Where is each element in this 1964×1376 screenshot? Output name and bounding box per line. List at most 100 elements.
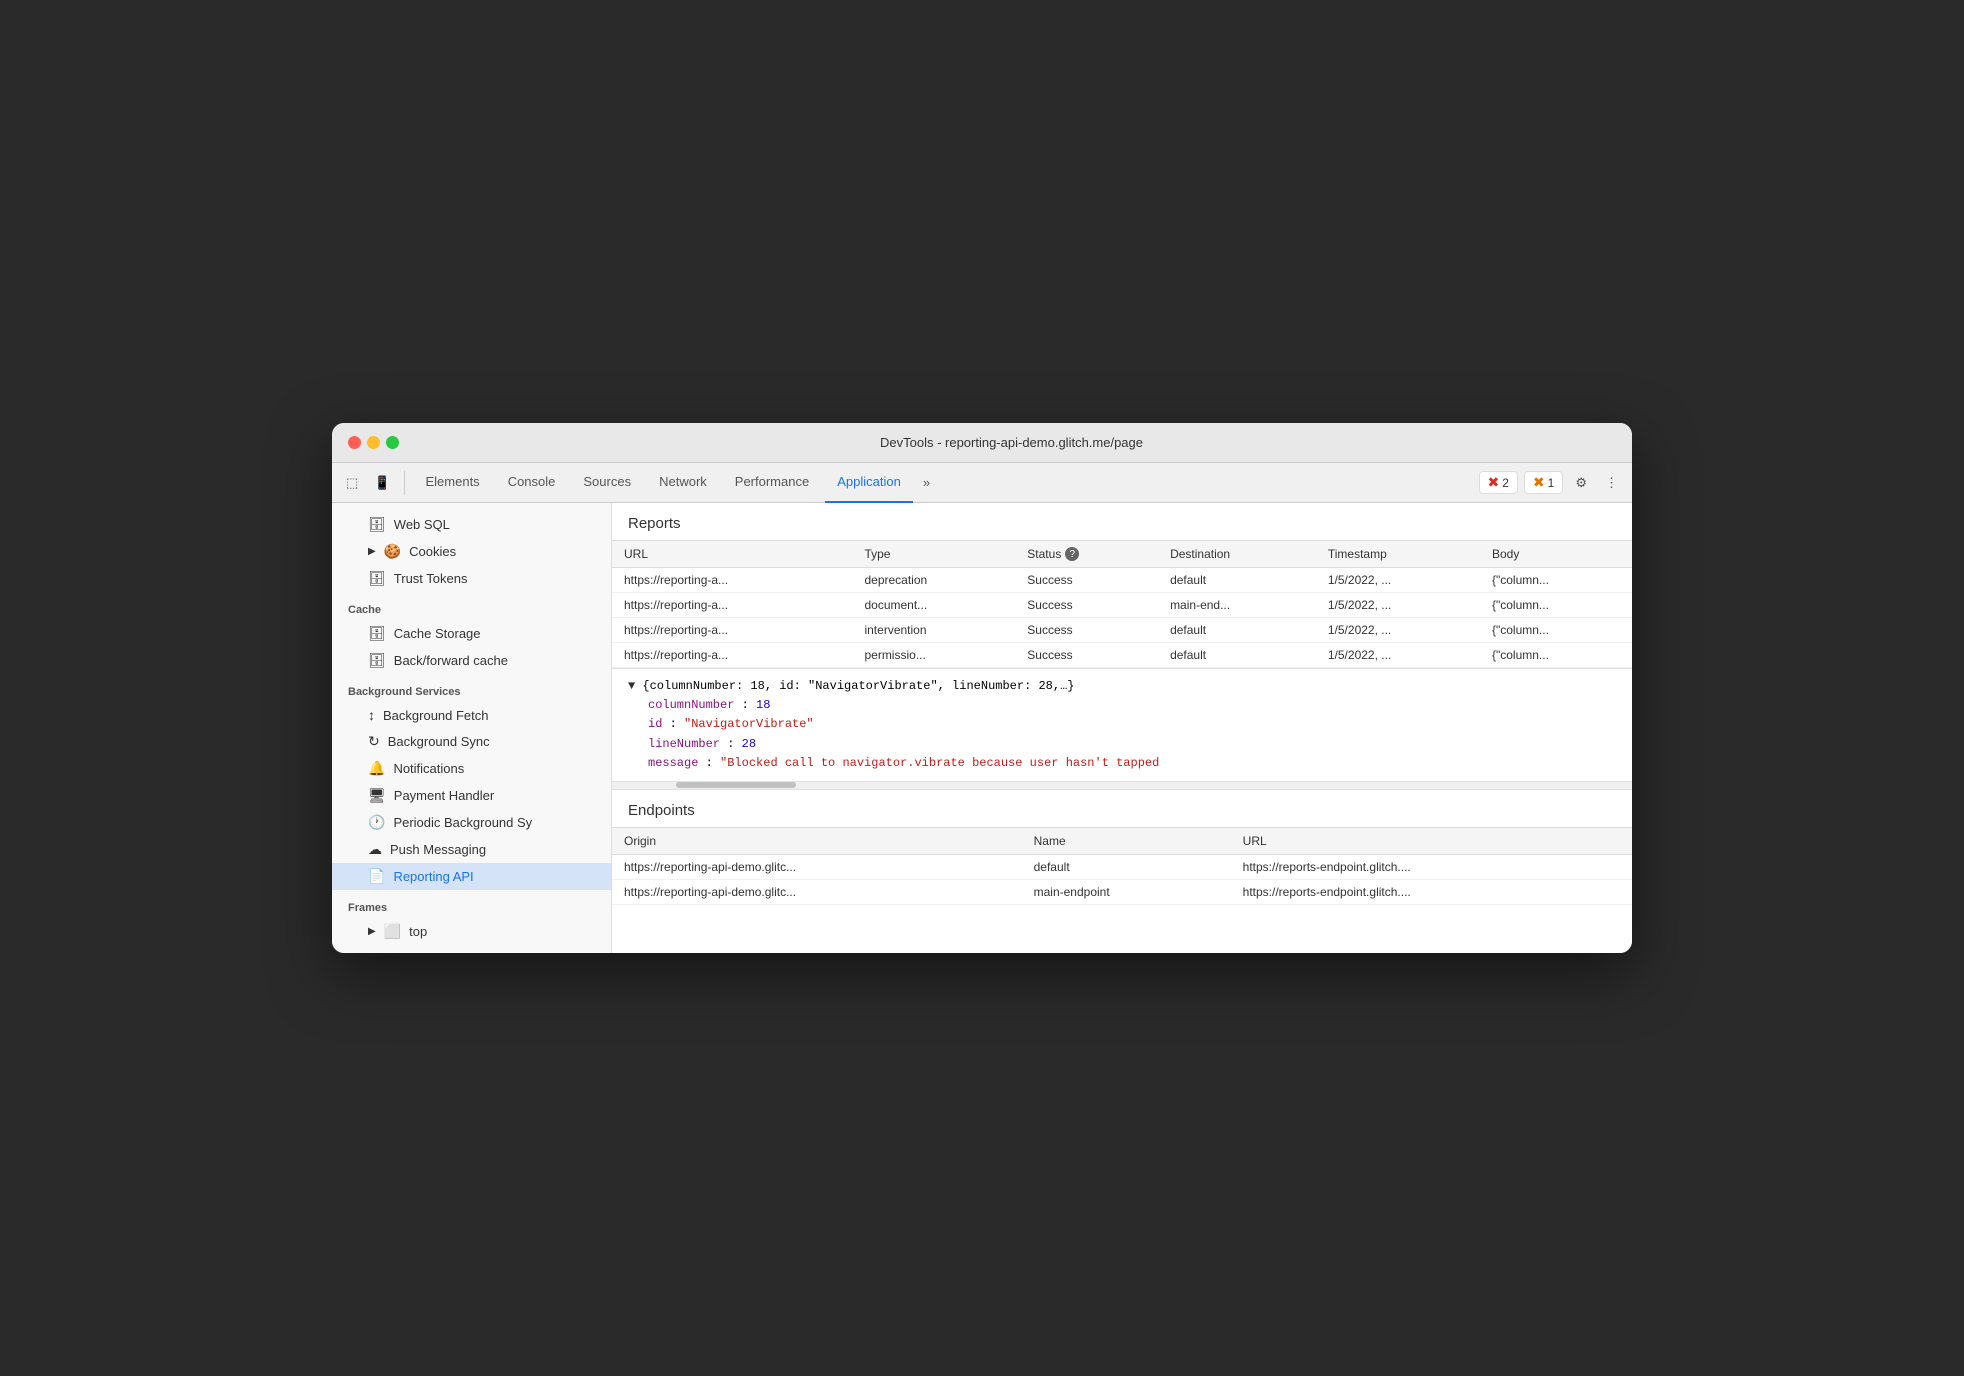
- warning-count: 1: [1548, 476, 1555, 490]
- payment-handler-icon: 🖥: [368, 787, 386, 804]
- trust-tokens-icon: 🗄: [368, 570, 386, 587]
- cache-section-label: Cache: [332, 592, 611, 620]
- table-row[interactable]: https://reporting-a... permissio... Succ…: [612, 643, 1632, 668]
- toolbar: ⬚ 📱 Elements Console Sources Network Per…: [332, 463, 1632, 503]
- detail-expand-line[interactable]: ▼ {columnNumber: 18, id: "NavigatorVibra…: [628, 677, 1616, 696]
- websql-icon: 🗄: [368, 516, 386, 533]
- minimize-button[interactable]: [367, 436, 380, 449]
- sidebar-item-payment-handler[interactable]: 🖥 Payment Handler: [332, 782, 611, 809]
- error-badge[interactable]: ✖ 2: [1479, 471, 1518, 494]
- tab-network[interactable]: Network: [647, 463, 719, 503]
- sidebar-item-reporting-api[interactable]: 📄 Reporting API: [332, 863, 611, 890]
- sidebar-item-frames-top[interactable]: ▶ ⬜ top: [332, 918, 611, 945]
- sidebar-item-cache-storage[interactable]: 🗄 Cache Storage: [332, 620, 611, 647]
- cell-timestamp: 1/5/2022, ...: [1316, 568, 1480, 593]
- cell-timestamp: 1/5/2022, ...: [1316, 593, 1480, 618]
- key-column-number: columnNumber: [648, 698, 734, 712]
- val-id: "NavigatorVibrate": [684, 717, 814, 731]
- table-row[interactable]: https://reporting-a... deprecation Succe…: [612, 568, 1632, 593]
- table-row[interactable]: https://reporting-a... intervention Succ…: [612, 618, 1632, 643]
- status-help: Status ?: [1027, 547, 1079, 561]
- settings-button[interactable]: ⚙: [1569, 471, 1593, 495]
- bf-cache-icon: 🗄: [368, 652, 386, 669]
- tab-console[interactable]: Console: [496, 463, 568, 503]
- tab-performance[interactable]: Performance: [723, 463, 821, 503]
- cell-endpoint-url: https://reports-endpoint.glitch....: [1231, 879, 1632, 904]
- expand-icon: ▼: [628, 679, 642, 693]
- error-count: 2: [1502, 476, 1509, 490]
- sidebar-item-cookies[interactable]: ▶ 🍪 Cookies: [332, 538, 611, 565]
- sidebar-item-reporting-api-label: Reporting API: [393, 869, 473, 884]
- sidebar-item-periodic-bg[interactable]: 🕐 Periodic Background Sy: [332, 809, 611, 836]
- main-content: 🗄 Web SQL ▶ 🍪 Cookies 🗄 Trust Tokens Cac…: [332, 503, 1632, 953]
- table-row[interactable]: https://reporting-a... document... Succe…: [612, 593, 1632, 618]
- cell-destination: default: [1158, 568, 1316, 593]
- cell-origin: https://reporting-api-demo.glitc...: [612, 854, 1022, 879]
- val-message: "Blocked call to navigator.vibrate becau…: [720, 756, 1159, 770]
- error-icon: ✖: [1488, 474, 1500, 491]
- tab-sources[interactable]: Sources: [571, 463, 643, 503]
- cell-type: document...: [852, 593, 1015, 618]
- cell-url: https://reporting-a...: [612, 643, 852, 668]
- title-bar: DevTools - reporting-api-demo.glitch.me/…: [332, 423, 1632, 463]
- sidebar-item-bg-sync-label: Background Sync: [388, 734, 490, 749]
- sidebar-item-websql[interactable]: 🗄 Web SQL: [332, 511, 611, 538]
- sidebar-item-cookies-label: Cookies: [409, 544, 456, 559]
- device-icon: 📱: [374, 475, 390, 491]
- sidebar-item-bg-fetch[interactable]: ↕ Background Fetch: [332, 702, 611, 728]
- cell-status: Success: [1015, 568, 1158, 593]
- bg-sync-icon: ↻: [368, 733, 380, 750]
- sidebar-item-bf-cache[interactable]: 🗄 Back/forward cache: [332, 647, 611, 674]
- cell-url: https://reporting-a...: [612, 593, 852, 618]
- detail-line-1: columnNumber : 18: [628, 696, 1616, 715]
- val-line-number: 28: [742, 737, 756, 751]
- val-column-number: 18: [756, 698, 770, 712]
- device-tool[interactable]: 📱: [368, 471, 396, 495]
- more-options-button[interactable]: ⋮: [1599, 471, 1624, 495]
- warning-badge[interactable]: ✖ 1: [1524, 471, 1563, 494]
- sidebar-item-bf-cache-label: Back/forward cache: [394, 653, 508, 668]
- cell-type: permissio...: [852, 643, 1015, 668]
- cell-destination: default: [1158, 618, 1316, 643]
- cell-url: https://reporting-a...: [612, 568, 852, 593]
- cell-endpoint-url: https://reports-endpoint.glitch....: [1231, 854, 1632, 879]
- window-title: DevTools - reporting-api-demo.glitch.me/…: [407, 435, 1616, 450]
- table-row[interactable]: https://reporting-api-demo.glitc... defa…: [612, 854, 1632, 879]
- sidebar-item-cache-storage-label: Cache Storage: [394, 626, 481, 641]
- detail-box: ▼ {columnNumber: 18, id: "NavigatorVibra…: [612, 669, 1632, 782]
- main-panel: Reports URL Type Status ?: [612, 503, 1632, 953]
- cell-timestamp: 1/5/2022, ...: [1316, 643, 1480, 668]
- col-name: Name: [1022, 827, 1231, 854]
- sidebar-item-notifications[interactable]: 🔔 Notifications: [332, 755, 611, 782]
- sidebar-item-push-messaging[interactable]: ☁ Push Messaging: [332, 836, 611, 863]
- reports-title: Reports: [612, 503, 1632, 540]
- key-line-number: lineNumber: [648, 737, 720, 751]
- notifications-icon: 🔔: [368, 760, 385, 777]
- scroll-thumb-horizontal[interactable]: [676, 782, 796, 788]
- more-tabs-button[interactable]: »: [917, 471, 936, 494]
- endpoints-title: Endpoints: [612, 790, 1632, 827]
- endpoints-table: Origin Name URL https://reporting-api-de…: [612, 827, 1632, 905]
- cell-origin: https://reporting-api-demo.glitc...: [612, 879, 1022, 904]
- col-status: Status ?: [1015, 541, 1158, 568]
- detail-line-2: id : "NavigatorVibrate": [628, 715, 1616, 734]
- detail-line-4: message : "Blocked call to navigator.vib…: [628, 754, 1616, 773]
- tab-application[interactable]: Application: [825, 463, 913, 503]
- push-messaging-icon: ☁: [368, 841, 382, 858]
- cursor-icon: ⬚: [346, 475, 358, 491]
- sidebar-item-frames-top-label: top: [409, 924, 427, 939]
- close-button[interactable]: [348, 436, 361, 449]
- cookies-arrow: ▶: [368, 546, 376, 557]
- horizontal-scrollbar[interactable]: [612, 782, 1632, 790]
- status-help-icon[interactable]: ?: [1065, 547, 1079, 561]
- table-row[interactable]: https://reporting-api-demo.glitc... main…: [612, 879, 1632, 904]
- sidebar-item-notifications-label: Notifications: [393, 761, 464, 776]
- cursor-tool[interactable]: ⬚: [340, 471, 364, 495]
- endpoints-section: Endpoints Origin Name URL https://report…: [612, 790, 1632, 953]
- maximize-button[interactable]: [386, 436, 399, 449]
- sidebar-item-trust-tokens[interactable]: 🗄 Trust Tokens: [332, 565, 611, 592]
- cache-storage-icon: 🗄: [368, 625, 386, 642]
- sidebar-item-bg-sync[interactable]: ↻ Background Sync: [332, 728, 611, 755]
- tab-elements[interactable]: Elements: [413, 463, 491, 503]
- cell-status: Success: [1015, 643, 1158, 668]
